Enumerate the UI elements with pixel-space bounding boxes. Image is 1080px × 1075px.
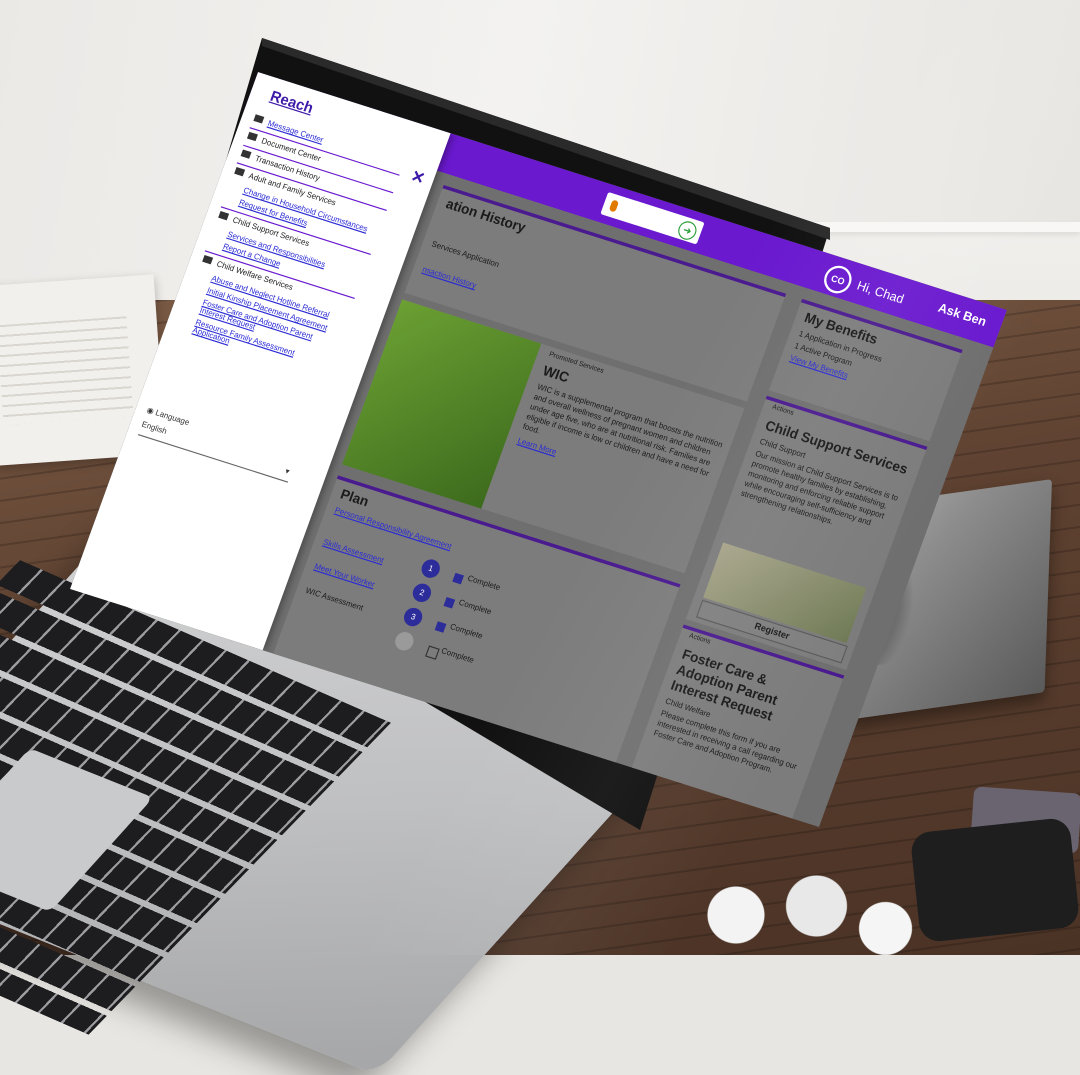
brand-logo[interactable]: Reach (268, 87, 316, 117)
film-roll (909, 816, 1080, 944)
go-arrow-icon[interactable]: ➜ (675, 219, 700, 243)
checkbox-icon (434, 621, 447, 633)
folder-icon (246, 131, 258, 142)
envelope-icon (253, 114, 265, 124)
checkbox-icon (443, 597, 456, 609)
step-1-marker: 1 (418, 557, 443, 581)
user-greeting: Hi, Chad (854, 279, 906, 307)
close-icon[interactable]: ✕ (408, 166, 428, 189)
language-selector: ◉ Language English ▾ (137, 405, 299, 483)
microphone-icon[interactable] (608, 199, 620, 213)
language-value: English (140, 420, 168, 437)
decor-beads (690, 870, 920, 960)
home-icon (202, 255, 214, 265)
child-icon (218, 211, 230, 221)
checkbox-icon (452, 572, 465, 585)
chevron-down-icon: ▾ (283, 467, 291, 477)
ask-ben-button[interactable]: Ask Ben (936, 301, 988, 329)
avatar: CO (820, 262, 856, 297)
plan-step-status: Complete (466, 574, 502, 593)
family-icon (234, 167, 246, 177)
checkbox-empty-icon (425, 645, 440, 660)
card-icon (240, 149, 252, 159)
